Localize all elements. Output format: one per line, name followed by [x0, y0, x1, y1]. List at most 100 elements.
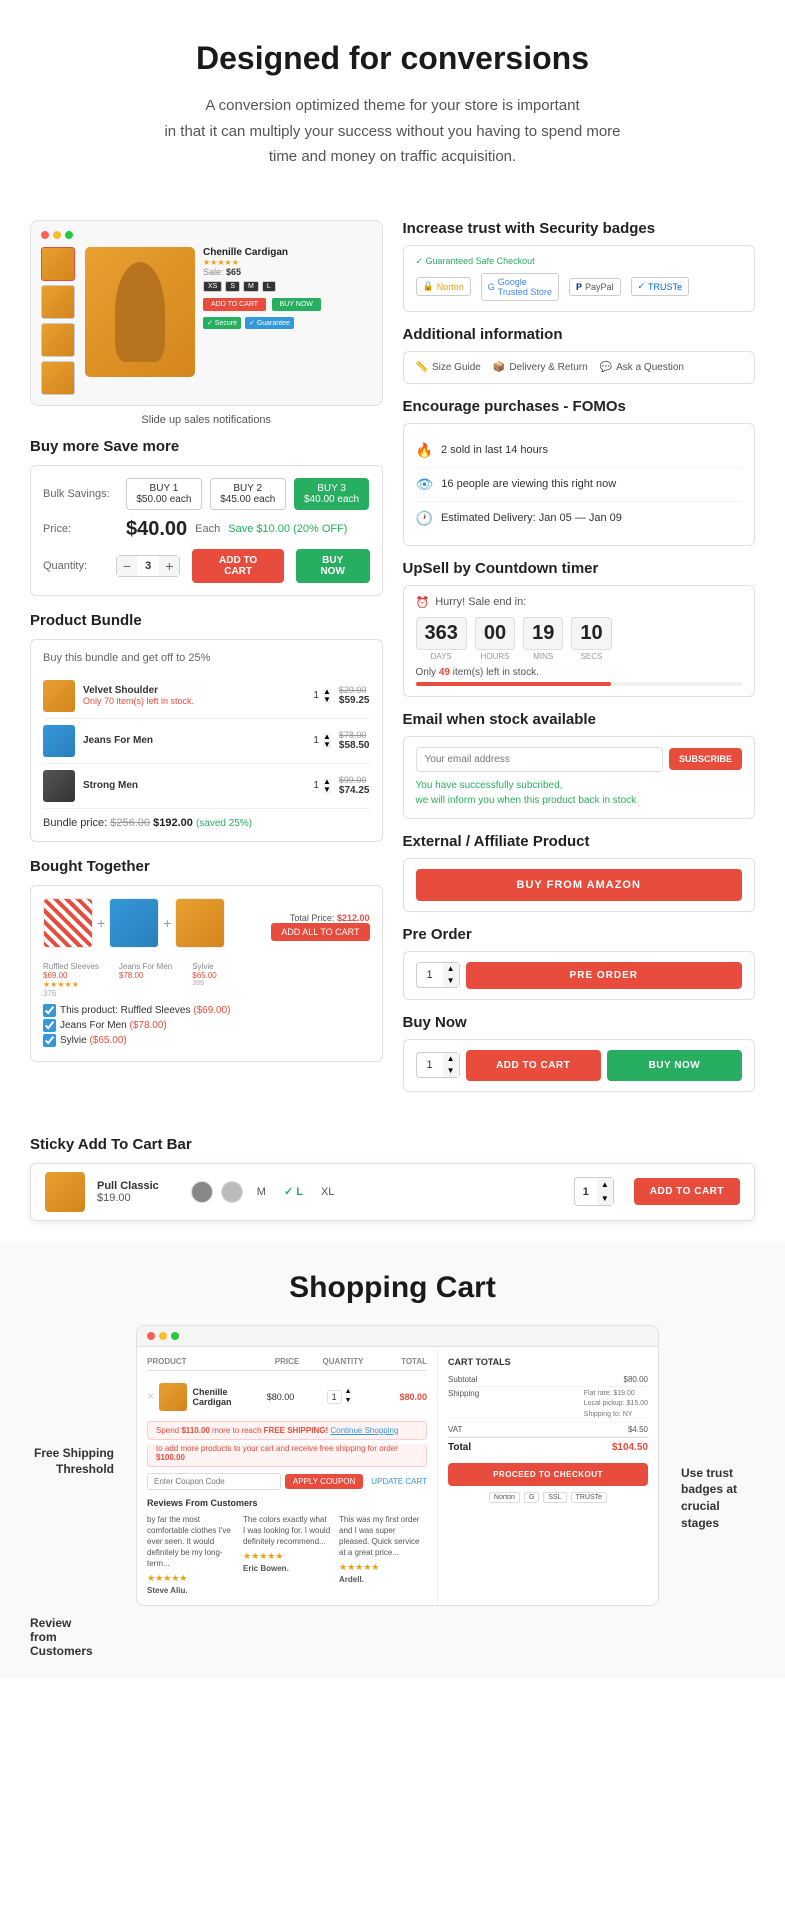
bundle-qty-3: 1 ▲ ▼: [313, 778, 330, 794]
truste-icon: ✓: [638, 281, 646, 292]
browser-dot-yellow: [53, 231, 61, 239]
sticky-add-cart-button[interactable]: ADD TO CART: [634, 1178, 740, 1205]
cart-qty-up[interactable]: ▲: [345, 1388, 352, 1396]
pre-order-button[interactable]: PRE ORDER: [466, 962, 742, 989]
buy-now-section: Buy Now 1 ▲ ▼ ADD TO CART BUY NOW: [403, 1014, 756, 1092]
sticky-qty-up[interactable]: ▲: [597, 1178, 613, 1192]
size-m[interactable]: M: [251, 1184, 272, 1200]
ask-question-link[interactable]: 💬 Ask a Question: [600, 362, 684, 373]
apply-coupon-button[interactable]: APPLY COUPON: [285, 1474, 363, 1489]
buy-now-mini-button[interactable]: BUY NOW: [272, 298, 321, 311]
bundle-box: Buy this bundle and get off to 25% Velve…: [30, 639, 383, 842]
pre-order-section: Pre Order 1 ▲ ▼ PRE ORDER: [403, 926, 756, 1000]
size-l[interactable]: L: [262, 281, 276, 292]
size-xs[interactable]: XS: [203, 281, 222, 292]
swatch-light[interactable]: [221, 1181, 243, 1203]
pre-order-qty-down[interactable]: ▼: [443, 975, 459, 987]
product-stars: ★★★★★: [203, 258, 372, 267]
buy-now-qty-up[interactable]: ▲: [443, 1053, 459, 1065]
bundle-qty-1: 1 ▲ ▼: [313, 688, 330, 704]
email-stock-heading: Email when stock available: [403, 711, 756, 728]
buy-more-heading: Buy more Save more: [30, 438, 383, 455]
additional-info-box: 📏 Size Guide 📦 Delivery & Return 💬 Ask a…: [403, 351, 756, 384]
buy-now-button[interactable]: BUY NOW: [296, 549, 370, 583]
size-m[interactable]: M: [243, 281, 259, 292]
update-cart-link[interactable]: UPDATE CART: [371, 1477, 427, 1486]
notification-label: Slide up sales notifications: [30, 414, 383, 426]
pre-order-qty-value: 1: [417, 963, 443, 987]
pre-order-qty-up[interactable]: ▲: [443, 963, 459, 975]
price-label: Price:: [43, 523, 118, 535]
bought-check-label-1: This product: This product: Ruffled Slee…: [60, 1005, 230, 1016]
clock-icon: 🕐: [416, 510, 433, 527]
buy-now-qty-down[interactable]: ▼: [443, 1065, 459, 1077]
add-to-cart-mini-button[interactable]: ADD TO CART: [203, 298, 266, 311]
qty-increase[interactable]: +: [159, 556, 179, 576]
qty-decrease[interactable]: −: [117, 556, 137, 576]
trust-badges-label: Use trust badges at crucial stages: [675, 1465, 755, 1532]
secure-badge: ✓ Secure: [203, 317, 241, 329]
buy-option-2[interactable]: BUY 2 $45.00 each: [210, 478, 286, 510]
size-guide-link[interactable]: 📏 Size Guide: [416, 362, 481, 373]
bought-check-2[interactable]: [43, 1019, 56, 1032]
info-links: 📏 Size Guide 📦 Delivery & Return 💬 Ask a…: [416, 362, 743, 373]
product-mockup: Chenille Cardigan ★★★★★ Sale: $65 XS S M…: [30, 220, 383, 406]
thumb-1[interactable]: [41, 247, 75, 281]
fomo-section: Encourage purchases - FOMOs 🔥 2 sold in …: [403, 398, 756, 546]
add-all-button[interactable]: ADD ALL TO CART: [271, 923, 369, 941]
buy-amazon-button[interactable]: BUY FROM AMAZON: [416, 869, 743, 901]
bundle-item-name-1: Velvet Shoulder: [83, 685, 305, 696]
thumb-3[interactable]: [41, 323, 75, 357]
qty-value: 3: [137, 556, 159, 576]
bundle-price-3: $99.00 $74.25: [339, 775, 370, 796]
mini-badge-google: G: [524, 1492, 539, 1503]
affiliate-box: BUY FROM AMAZON: [403, 858, 756, 912]
cart-dot-red: [147, 1332, 155, 1340]
mini-badge-truste: TRUSTe: [571, 1492, 607, 1503]
delivery-return-link[interactable]: 📦 Delivery & Return: [493, 362, 588, 373]
buy-option-3[interactable]: BUY 3 $40.00 each: [294, 478, 370, 510]
thumb-2[interactable]: [41, 285, 75, 319]
fomo-box: 🔥 2 sold in last 14 hours 👁 16 people ar…: [403, 423, 756, 546]
bought-together-section: Bought Together + + Total Price: $212.00: [30, 858, 383, 1062]
total-price-label: Total Price: $212.00: [271, 913, 369, 923]
buy-option-1[interactable]: BUY 1 $50.00 each: [126, 478, 202, 510]
buy-now-add-cart-button[interactable]: ADD TO CART: [466, 1050, 601, 1081]
bundle-qty-down-2[interactable]: ▼: [323, 741, 331, 749]
sticky-qty: 1 ▲ ▼: [574, 1177, 614, 1206]
bundle-item-2: Jeans For Men 1 ▲ ▼ $78.00 $58.50: [43, 719, 370, 764]
add-to-cart-button[interactable]: ADD TO CART: [192, 549, 283, 583]
bought-check-1[interactable]: [43, 1004, 56, 1017]
bundle-img-3: [43, 770, 75, 802]
guarantee-badge: ✓ Guarantee: [245, 317, 294, 329]
sticky-qty-down[interactable]: ▼: [597, 1192, 613, 1206]
sticky-variants: M ✓ L XL: [191, 1181, 341, 1203]
subscribe-button[interactable]: SUBSCRIBE: [669, 748, 742, 770]
coupon-row: APPLY COUPON UPDATE CART: [147, 1473, 427, 1490]
security-heading: Increase trust with Security badges: [403, 220, 756, 237]
sticky-bar-heading: Sticky Add To Cart Bar: [30, 1136, 755, 1153]
total-price: $212.00: [337, 913, 370, 923]
email-input[interactable]: [416, 747, 663, 772]
fire-icon: 🔥: [416, 442, 433, 459]
browser-dot-green: [65, 231, 73, 239]
email-stock-section: Email when stock available SUBSCRIBE You…: [403, 711, 756, 819]
buy-now-button[interactable]: BUY NOW: [607, 1050, 742, 1081]
bundle-qty-down-1[interactable]: ▼: [323, 696, 331, 704]
totals-subtotal: Subtotal $80.00: [448, 1373, 648, 1387]
cart-item-remove[interactable]: ✕: [147, 1391, 155, 1402]
thumb-4[interactable]: [41, 361, 75, 395]
size-s[interactable]: S: [225, 281, 240, 292]
bundle-qty-down-3[interactable]: ▼: [323, 786, 331, 794]
swatch-gray[interactable]: [191, 1181, 213, 1203]
bundle-price-1: $29.00 $59.25: [339, 685, 370, 706]
timer-days: 363 DAYS: [416, 617, 467, 661]
coupon-input[interactable]: [147, 1473, 281, 1490]
checkout-button[interactable]: PROCEED TO CHECKOUT: [448, 1463, 648, 1486]
size-xl[interactable]: XL: [315, 1184, 340, 1200]
cart-qty-down[interactable]: ▼: [345, 1397, 352, 1405]
sticky-product-info: Pull Classic $19.00: [97, 1180, 159, 1204]
product-title: Chenille Cardigan: [203, 247, 372, 258]
bought-check-3[interactable]: [43, 1034, 56, 1047]
size-l[interactable]: ✓ L: [278, 1183, 309, 1200]
